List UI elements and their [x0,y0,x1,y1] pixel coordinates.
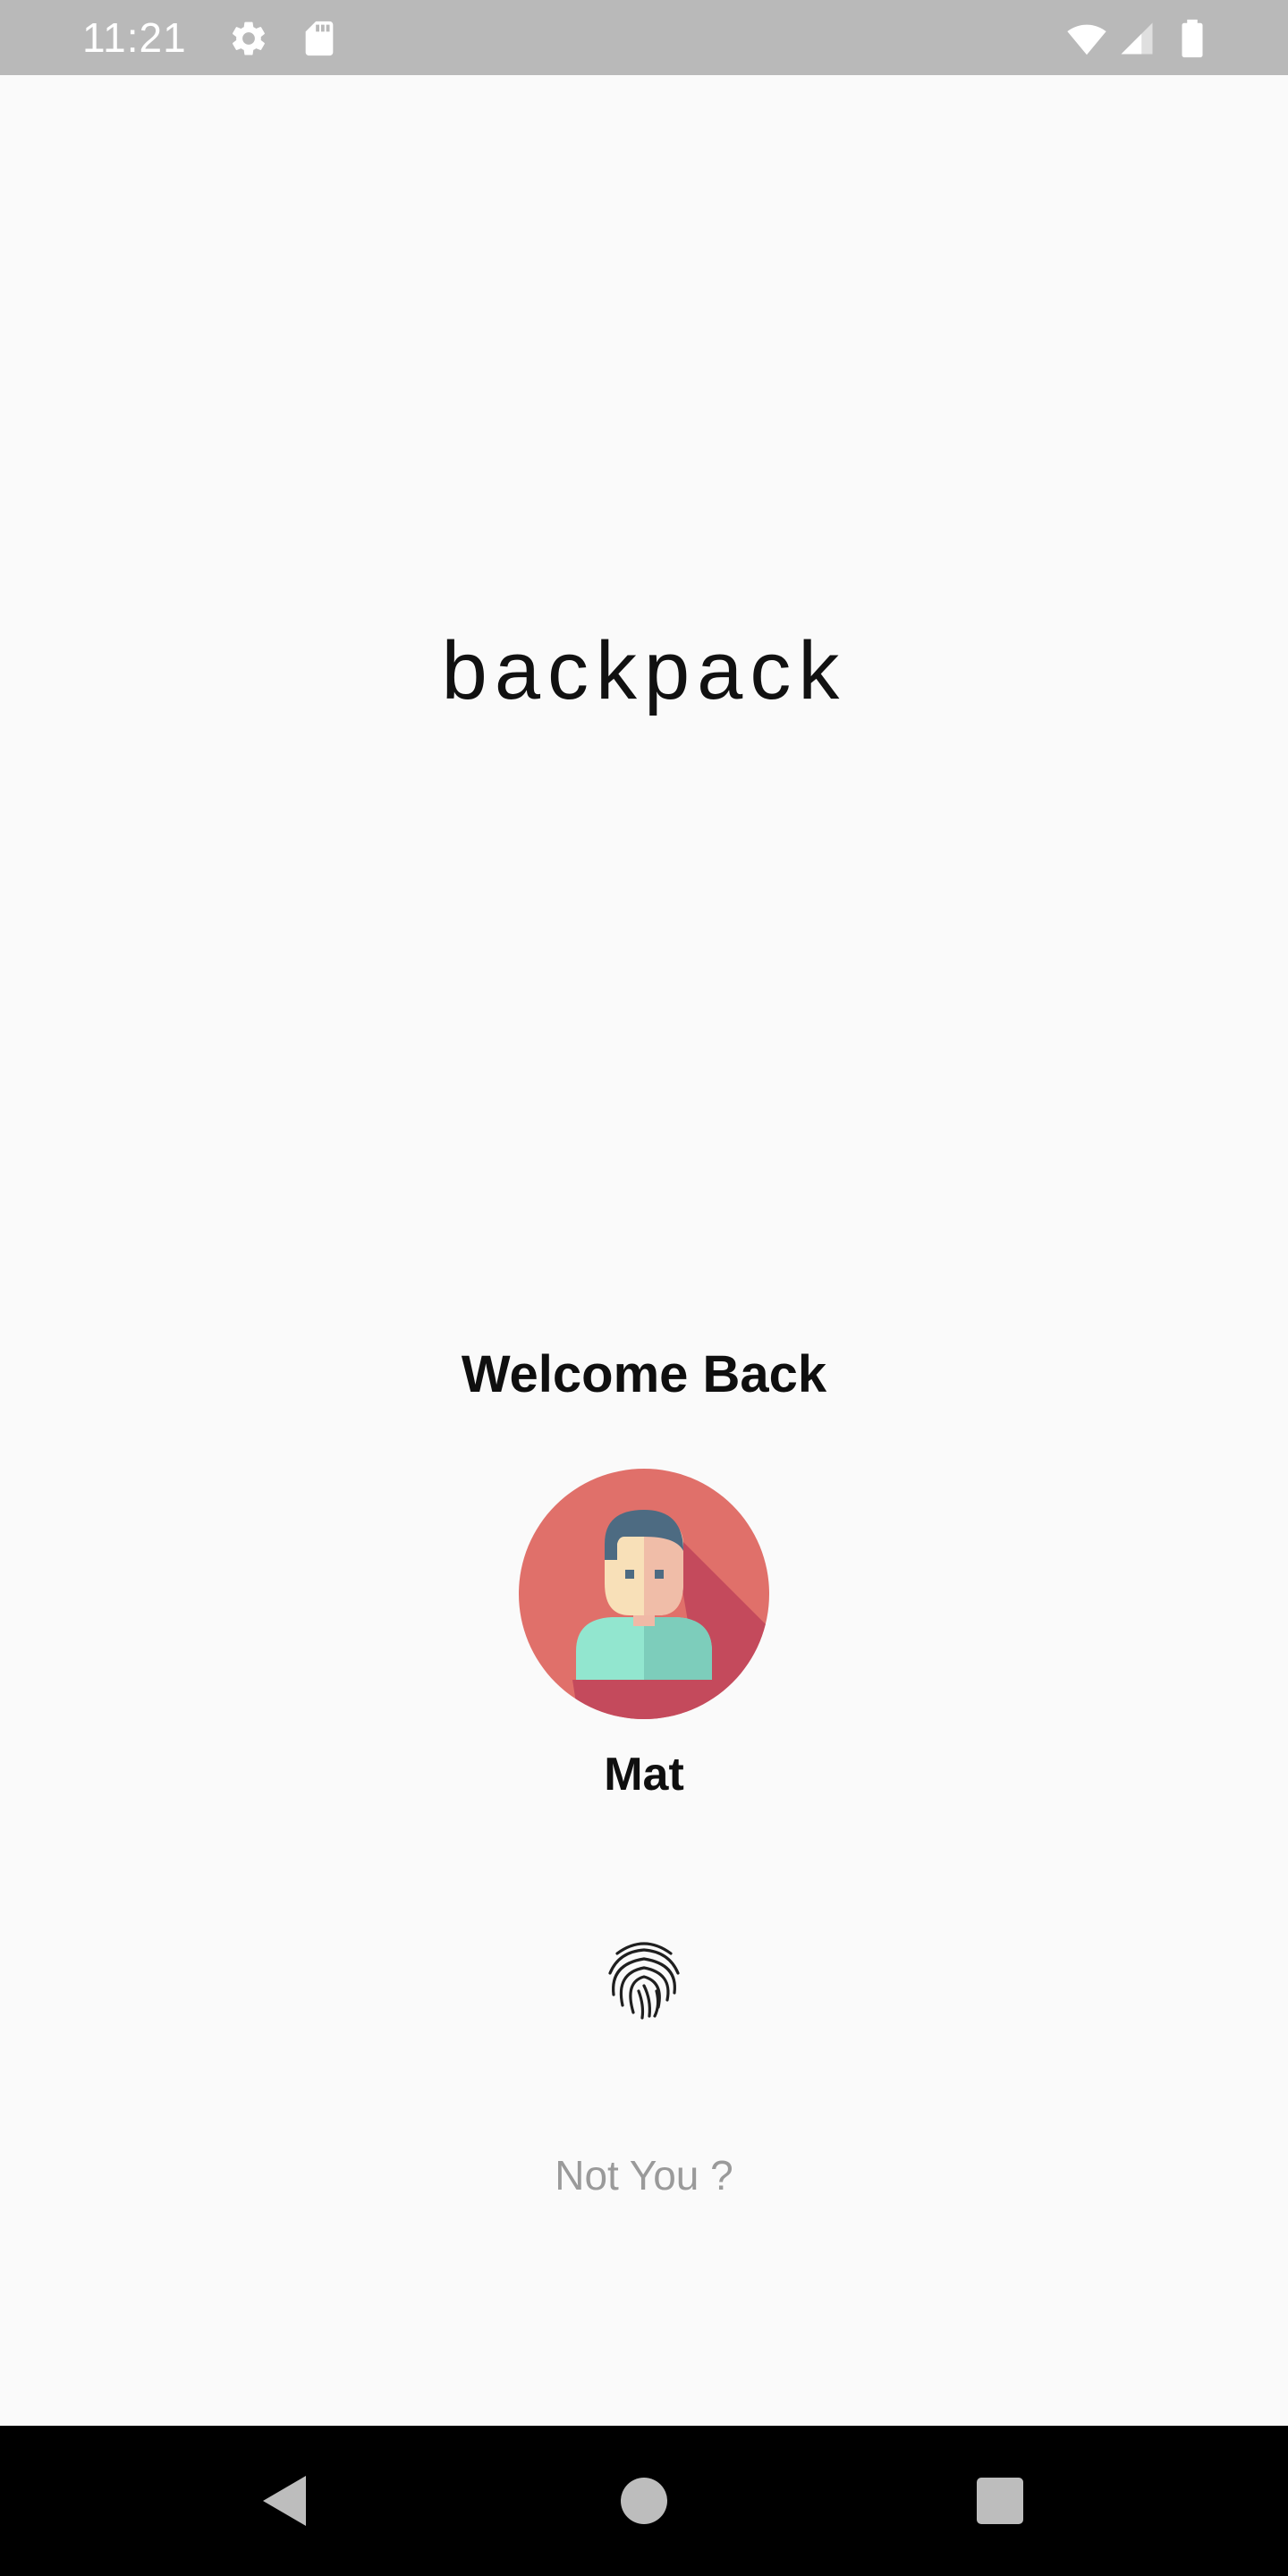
wifi-icon [1067,24,1106,55]
welcome-heading: Welcome Back [461,1345,827,1403]
status-time: 11:21 [82,14,187,61]
recents-icon[interactable] [955,2456,1045,2546]
settings-icon [232,21,265,55]
fingerprint-icon[interactable] [605,1937,683,2020]
not-you-link[interactable]: Not You ? [0,2150,1288,2200]
sd-card-icon [305,21,334,56]
user-avatar[interactable] [519,1469,769,1719]
app-title: backpack [441,625,847,716]
username: Mat [604,1749,684,1801]
signal-icon [1121,22,1153,55]
home-icon[interactable] [599,2456,689,2546]
navigation-bar [0,2426,1288,2576]
back-icon[interactable] [242,2456,331,2546]
battery-icon [1182,19,1203,58]
status-bar: 11:21 [0,0,1288,75]
